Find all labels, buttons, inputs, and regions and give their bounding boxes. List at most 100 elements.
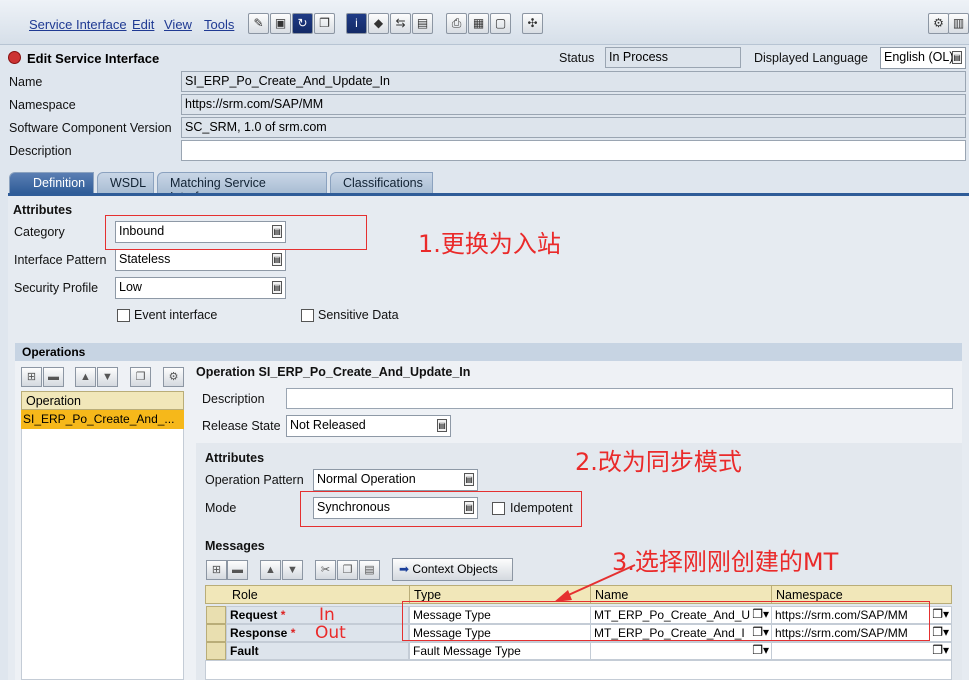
pencil-icon[interactable]: ✎ (248, 13, 269, 34)
annotation-in: In (319, 605, 335, 625)
highlight-messages (402, 601, 930, 641)
operation-settings-icon[interactable]: ⚙ (163, 367, 184, 387)
category-label: Category (14, 225, 65, 239)
info-icon[interactable]: i (346, 13, 367, 34)
highlight-mode (300, 491, 582, 527)
op-pattern-select[interactable]: Normal Operation ▤ (313, 469, 478, 491)
annotation-out: Out (315, 623, 346, 643)
print-icon[interactable]: ⎙ (446, 13, 467, 34)
table-empty-area (205, 660, 952, 680)
pattern-value: Stateless (119, 252, 171, 266)
network-icon[interactable]: ✣ (522, 13, 543, 34)
remove-message-icon[interactable]: ▬ (227, 560, 248, 580)
document-icon[interactable]: ▢ (490, 13, 511, 34)
role-response: Response (230, 626, 288, 640)
compare-icon[interactable]: ▤ (412, 13, 433, 34)
operations-header: Operations (15, 343, 962, 361)
copy-icon[interactable]: ❐ (337, 560, 358, 580)
cut-icon[interactable]: ✂ (315, 560, 336, 580)
language-select[interactable]: English (OL) ▤ (880, 47, 966, 69)
menu-service-interface[interactable]: Service Interface (29, 17, 127, 32)
sensitive-checkbox[interactable] (301, 309, 314, 322)
operations-title: Operations (22, 345, 86, 359)
mode-label: Mode (205, 501, 237, 515)
op-pattern-value: Normal Operation (317, 472, 416, 486)
status-field: In Process (605, 47, 741, 68)
settings-icon[interactable]: ⚙ (928, 13, 949, 34)
namespace-field: https://srm.com/SAP/MM (181, 94, 966, 115)
row-selector[interactable] (206, 642, 226, 660)
refresh-icon[interactable]: ↻ (292, 13, 313, 34)
ns-fault[interactable]: ❐▾ (771, 642, 952, 660)
security-label: Security Profile (14, 281, 99, 295)
messages-title: Messages (205, 539, 265, 553)
operation-row[interactable]: SI_ERP_Po_Create_And_... (21, 410, 184, 429)
add-operation-icon[interactable]: ⊞ (21, 367, 42, 387)
dropdown-icon: ▤ (464, 473, 474, 486)
required-marker: * (280, 608, 286, 622)
security-select[interactable]: Low ▤ (115, 277, 286, 299)
paste-icon[interactable]: ▤ (359, 560, 380, 580)
context-objects-button[interactable]: ➡ Context Objects (392, 558, 513, 581)
swc-label: Software Component Version (9, 121, 172, 135)
remove-operation-icon[interactable]: ▬ (43, 367, 64, 387)
release-select[interactable]: Not Released ▤ (286, 415, 451, 437)
page-title: Edit Service Interface (27, 51, 160, 66)
description-input[interactable] (181, 140, 966, 161)
pattern-label: Interface Pattern (14, 253, 107, 267)
save-icon[interactable]: ▣ (270, 13, 291, 34)
op-attributes-title: Attributes (205, 451, 265, 465)
type-fault[interactable]: Fault Message Type (409, 642, 591, 660)
pattern-select[interactable]: Stateless ▤ (115, 249, 286, 271)
op-description-input[interactable] (286, 388, 953, 409)
highlight-category (105, 215, 367, 250)
name-fault[interactable]: ❐▾ (590, 642, 772, 660)
copy-icon[interactable]: ❐ (314, 13, 335, 34)
menu-tools[interactable]: Tools (204, 17, 234, 32)
menu-edit[interactable]: Edit (132, 17, 154, 32)
release-label: Release State (202, 419, 281, 433)
role-fault: Fault (226, 642, 409, 660)
export-icon[interactable]: ▥ (948, 13, 969, 34)
annotation-3: 3.选择刚刚创建的MT (612, 548, 839, 576)
operations-list (21, 391, 184, 680)
swc-field: SC_SRM, 1.0 of srm.com (181, 117, 966, 138)
value-help-icon[interactable]: ❐▾ (932, 643, 949, 657)
event-checkbox[interactable] (117, 309, 130, 322)
dropdown-icon: ▤ (272, 281, 282, 294)
annotation-2: 2.改为同步模式 (575, 448, 742, 476)
row-selector[interactable] (206, 624, 226, 642)
move-down-icon[interactable]: ▼ (97, 367, 118, 387)
description-label: Description (9, 144, 72, 158)
tab-matching[interactable]: Matching Service Interfaces (157, 172, 327, 204)
add-message-icon[interactable]: ⊞ (206, 560, 227, 580)
where-used-icon[interactable]: ⇆ (390, 13, 411, 34)
eraser-icon[interactable]: ◆ (368, 13, 389, 34)
tab-classifications[interactable]: Classifications (330, 172, 433, 194)
attributes-title: Attributes (13, 203, 73, 217)
menu-bar: Service Interface Edit View Tools ✎ ▣ ↻ … (0, 0, 969, 45)
copy-operation-icon[interactable]: ❐ (130, 367, 151, 387)
status-label: Status (559, 51, 595, 65)
value-help-icon[interactable]: ❐▾ (752, 643, 769, 657)
required-marker: * (290, 626, 296, 640)
annotation-arrow (554, 564, 636, 602)
language-label: Displayed Language (754, 51, 868, 65)
table-icon[interactable]: ▦ (468, 13, 489, 34)
tab-definition[interactable]: Definition (9, 172, 94, 194)
row-selector[interactable] (206, 606, 226, 624)
annotation-1: 1.更换为入站 (418, 230, 561, 258)
menu-view[interactable]: View (164, 17, 192, 32)
msg-down-icon[interactable]: ▼ (282, 560, 303, 580)
move-up-icon[interactable]: ▲ (75, 367, 96, 387)
value-help-icon[interactable]: ❐▾ (932, 625, 949, 639)
table-row-role: Request * (226, 606, 409, 624)
dropdown-icon: ▤ (437, 419, 447, 432)
col-role: Role (205, 585, 410, 604)
msg-up-icon[interactable]: ▲ (260, 560, 281, 580)
value-help-icon[interactable]: ❐▾ (932, 607, 949, 621)
context-objects-label: Context Objects (412, 562, 498, 576)
tab-wsdl[interactable]: WSDL (97, 172, 154, 194)
operation-detail-title: Operation SI_ERP_Po_Create_And_Update_In (196, 365, 471, 379)
dropdown-icon: ▤ (272, 253, 282, 266)
